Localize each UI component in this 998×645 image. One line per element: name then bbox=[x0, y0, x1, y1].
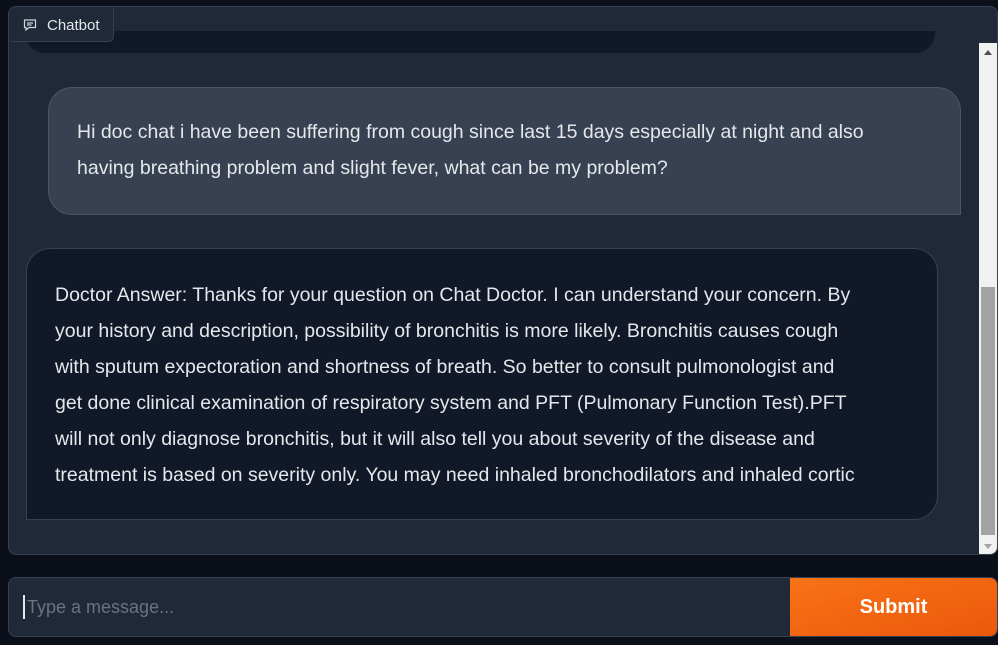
message-line: Doctor Answer: Thanks for your question … bbox=[55, 284, 851, 306]
message-input[interactable] bbox=[23, 595, 790, 619]
message-line: your history and description, possibilit… bbox=[55, 320, 839, 342]
chat-scrollbar[interactable] bbox=[979, 43, 997, 554]
message-line: with sputum expectoration and shortness … bbox=[55, 356, 835, 378]
scrollbar-thumb[interactable] bbox=[981, 287, 995, 535]
scroll-down-arrow-icon[interactable] bbox=[979, 539, 997, 553]
bot-message: Doctor Answer: Thanks for your question … bbox=[26, 248, 938, 520]
message-line: having breathing problem and slight feve… bbox=[77, 157, 668, 179]
message-line: Hi doc chat i have been suffering from c… bbox=[77, 121, 864, 143]
chat-bubble-icon bbox=[23, 18, 37, 32]
chatbot-tab: Chatbot bbox=[11, 9, 114, 42]
chatbot-tab-label: Chatbot bbox=[47, 16, 100, 34]
message-line: treatment is based on severity only. You… bbox=[55, 464, 855, 486]
submit-button[interactable]: Submit bbox=[790, 578, 997, 636]
scroll-up-arrow-icon[interactable] bbox=[979, 45, 997, 59]
message-line: will not only diagnose bronchitis, but i… bbox=[55, 428, 815, 450]
previous-message-bubble bbox=[25, 31, 935, 53]
message-input-row: Submit bbox=[8, 577, 998, 637]
user-message: Hi doc chat i have been suffering from c… bbox=[48, 87, 961, 215]
message-line: get done clinical examination of respira… bbox=[55, 392, 847, 414]
chatbot-panel: Chatbot Hi doc chat i have been sufferin… bbox=[8, 6, 998, 555]
